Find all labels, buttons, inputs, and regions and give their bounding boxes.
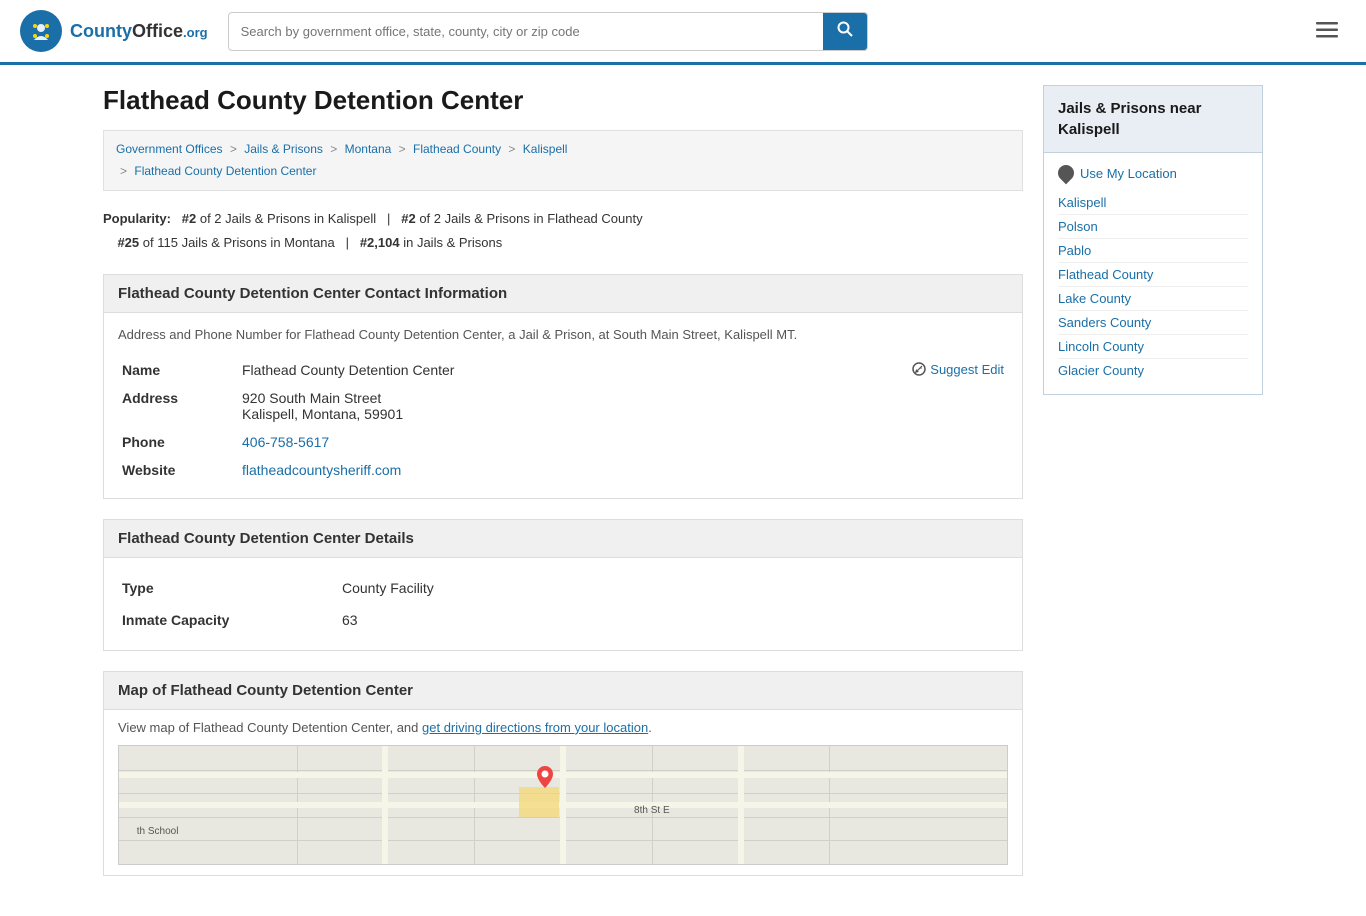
breadcrumb-montana[interactable]: Montana <box>345 142 392 156</box>
contact-name-value: Flathead County Detention Center Suggest… <box>238 356 1008 384</box>
use-my-location-label: Use My Location <box>1080 166 1177 181</box>
popularity-stat4: #2,104 <box>360 235 400 250</box>
map-road-vertical <box>560 746 566 864</box>
map-landmark <box>519 787 559 817</box>
map-road-v3 <box>738 746 744 864</box>
sidebar-body: Use My Location Kalispell Polson Pablo F… <box>1043 153 1263 395</box>
sidebar-link-flathead-county[interactable]: Flathead County <box>1058 263 1248 287</box>
sidebar-header: Jails & Prisons near Kalispell <box>1043 85 1263 153</box>
sidebar: Jails & Prisons near Kalispell Use My Lo… <box>1043 85 1263 896</box>
menu-button[interactable] <box>1308 14 1346 48</box>
search-button[interactable] <box>823 13 867 50</box>
contact-phone-label: Phone <box>118 428 238 456</box>
suggest-edit-link[interactable]: Suggest Edit <box>930 362 1004 377</box>
page-title: Flathead County Detention Center <box>103 85 1023 116</box>
contact-name-row: Name Flathead County Detention Center <box>118 356 1008 384</box>
breadcrumb-government-offices[interactable]: Government Offices <box>116 142 223 156</box>
contact-address-row: Address 920 South Main Street Kalispell,… <box>118 384 1008 428</box>
contact-address-value: 920 South Main Street Kalispell, Montana… <box>238 384 1008 428</box>
map-road-v2 <box>382 746 388 864</box>
popularity-stat1: #2 <box>182 211 196 226</box>
sidebar-link-lake-county[interactable]: Lake County <box>1058 287 1248 311</box>
details-type-row: Type County Facility <box>118 572 1008 604</box>
contact-section: Flathead County Detention Center Contact… <box>103 274 1023 499</box>
details-section-header: Flathead County Detention Center Details <box>103 519 1023 558</box>
logo-icon <box>20 10 62 52</box>
suggest-edit[interactable]: Suggest Edit <box>912 362 1004 377</box>
header: CountyOffice.org <box>0 0 1366 65</box>
popularity-stat2: #2 <box>401 211 415 226</box>
contact-name-label: Name <box>118 356 238 384</box>
details-capacity-label: Inmate Capacity <box>118 604 338 636</box>
breadcrumb-flathead-county[interactable]: Flathead County <box>413 142 501 156</box>
map-section-header: Map of Flathead County Detention Center <box>103 671 1023 710</box>
breadcrumb-sep-1: > <box>230 142 237 156</box>
contact-website-label: Website <box>118 456 238 484</box>
map-pin <box>537 766 553 791</box>
breadcrumb-sep-4: > <box>508 142 515 156</box>
details-table: Type County Facility Inmate Capacity 63 <box>118 572 1008 636</box>
website-link[interactable]: flatheadcountysheriff.com <box>242 462 401 478</box>
popularity-stat4-text: in Jails & Prisons <box>403 235 502 250</box>
map-label-street: 8th St E <box>634 805 670 816</box>
details-type-label: Type <box>118 572 338 604</box>
breadcrumb-kalispell[interactable]: Kalispell <box>523 142 568 156</box>
sidebar-link-pablo[interactable]: Pablo <box>1058 239 1248 263</box>
sidebar-link-glacier-county[interactable]: Glacier County <box>1058 359 1248 382</box>
map-directions-link[interactable]: get driving directions from your locatio… <box>422 720 648 735</box>
contact-website-value: flatheadcountysheriff.com <box>238 456 1008 484</box>
use-my-location-button[interactable]: Use My Location <box>1058 165 1248 181</box>
popularity-stat2-text: of 2 Jails & Prisons in Flathead County <box>419 211 642 226</box>
logo-county: County <box>70 21 132 41</box>
sidebar-link-polson[interactable]: Polson <box>1058 215 1248 239</box>
details-section-body: Type County Facility Inmate Capacity 63 <box>103 558 1023 651</box>
breadcrumb-sep-3: > <box>399 142 406 156</box>
map-road-h2 <box>119 772 1007 778</box>
search-input[interactable] <box>229 16 823 47</box>
details-section: Flathead County Detention Center Details… <box>103 519 1023 651</box>
content-area: Flathead County Detention Center Governm… <box>103 85 1023 896</box>
contact-phone-row: Phone 406-758-5617 <box>118 428 1008 456</box>
contact-info-table: Name Flathead County Detention Center <box>118 356 1008 484</box>
logo-tld: .org <box>183 25 208 40</box>
details-type-value: County Facility <box>338 572 1008 604</box>
logo-text: CountyOffice.org <box>70 21 208 41</box>
popularity-stat1-text: of 2 Jails & Prisons in Kalispell <box>200 211 376 226</box>
breadcrumb-jails-prisons[interactable]: Jails & Prisons <box>244 142 323 156</box>
location-icon <box>1055 162 1078 185</box>
details-capacity-value: 63 <box>338 604 1008 636</box>
map-label-school: th School <box>137 826 179 837</box>
map-section: Map of Flathead County Detention Center … <box>103 671 1023 876</box>
sidebar-link-sanders-county[interactable]: Sanders County <box>1058 311 1248 335</box>
logo-text-area: CountyOffice.org <box>70 21 208 42</box>
breadcrumb-sep-5: > <box>120 164 127 178</box>
popularity-stat3: #25 <box>117 235 139 250</box>
sidebar-link-kalispell[interactable]: Kalispell <box>1058 191 1248 215</box>
map-description: View map of Flathead County Detention Ce… <box>118 720 1008 735</box>
map-section-body: View map of Flathead County Detention Ce… <box>103 710 1023 876</box>
contact-description: Address and Phone Number for Flathead Co… <box>118 327 1008 342</box>
breadcrumb-sep-2: > <box>330 142 337 156</box>
popularity-area: Popularity: #2 of 2 Jails & Prisons in K… <box>103 207 1023 254</box>
sidebar-link-lincoln-county[interactable]: Lincoln County <box>1058 335 1248 359</box>
breadcrumb: Government Offices > Jails & Prisons > M… <box>103 130 1023 191</box>
popularity-label: Popularity: <box>103 211 171 226</box>
phone-link[interactable]: 406-758-5617 <box>242 434 329 450</box>
logo-office: Office <box>132 21 183 41</box>
logo-area: CountyOffice.org <box>20 10 208 52</box>
breadcrumb-current[interactable]: Flathead County Detention Center <box>134 164 316 178</box>
details-capacity-row: Inmate Capacity 63 <box>118 604 1008 636</box>
contact-address-label: Address <box>118 384 238 428</box>
contact-section-body: Address and Phone Number for Flathead Co… <box>103 313 1023 499</box>
main-container: Flathead County Detention Center Governm… <box>83 65 1283 916</box>
popularity-stat3-text: of 115 Jails & Prisons in Montana <box>143 235 335 250</box>
search-bar <box>228 12 868 51</box>
contact-website-row: Website flatheadcountysheriff.com <box>118 456 1008 484</box>
contact-section-header: Flathead County Detention Center Contact… <box>103 274 1023 313</box>
map-placeholder[interactable]: th School 8th St E <box>118 745 1008 865</box>
contact-phone-value: 406-758-5617 <box>238 428 1008 456</box>
